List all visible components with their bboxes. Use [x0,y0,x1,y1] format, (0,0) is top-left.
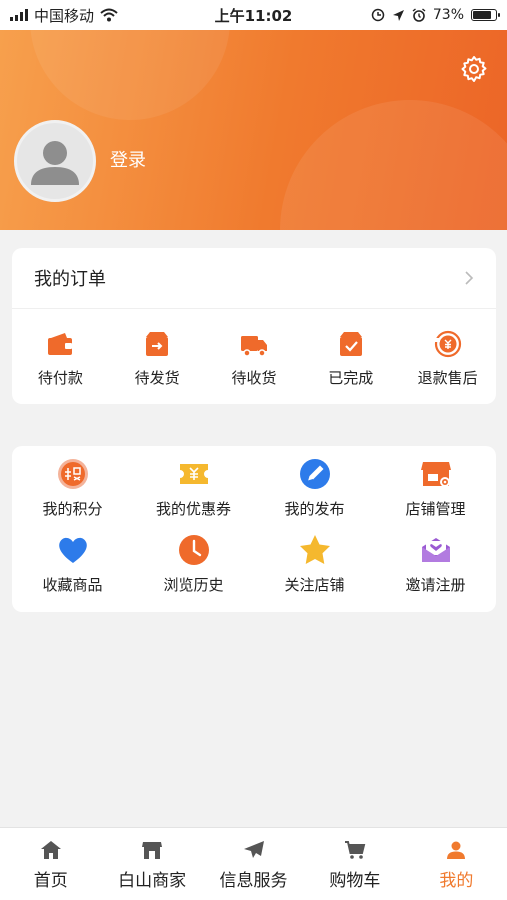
refund-icon [434,330,461,358]
order-label: 已完成 [328,369,374,387]
alarm-icon [412,8,426,22]
tool-store-manage[interactable]: 店铺管理 [375,456,496,532]
order-label: 退款售后 [417,369,478,387]
tool-label: 邀请注册 [405,576,466,594]
points-icon [57,459,88,489]
tab-baishan-merchants[interactable]: 白山商家 [101,828,202,900]
tab-label: 首页 [33,870,68,891]
tab-label: 白山商家 [118,870,187,891]
tab-mine[interactable]: 我的 [406,828,507,900]
tool-label: 店铺管理 [405,500,466,518]
tool-my-points[interactable]: 我的积分 [12,456,133,532]
tool-label: 浏览历史 [163,576,224,594]
clock-icon [178,535,209,565]
chevron-right-icon [465,271,474,285]
status-bar: 中国移动 上午11:02 73% [0,0,507,30]
wifi-icon [100,8,118,22]
wallet-icon [48,333,73,355]
tab-label: 信息服务 [219,870,288,891]
battery-percent: 73% [432,7,464,23]
tool-followed-stores[interactable]: 关注店铺 [254,532,375,608]
orders-header[interactable]: 我的订单 [12,248,496,309]
cart-icon [344,840,366,859]
tools-card: 我的积分 我的优惠券 我的发布 店铺管理 收藏商品 浏览历史 关注店铺 邀请注册 [12,446,496,612]
star-icon [299,535,330,564]
order-refund[interactable]: 退款售后 [400,329,496,388]
coupon-icon [179,464,208,484]
send-icon [243,840,264,858]
person-icon [447,841,466,859]
tab-cart[interactable]: 购物车 [304,828,405,900]
tab-label: 购物车 [329,870,381,891]
tool-my-coupons[interactable]: 我的优惠券 [133,456,254,532]
tab-home[interactable]: 首页 [0,828,101,900]
signal-icon [10,9,28,21]
tool-history[interactable]: 浏览历史 [133,532,254,608]
header-decoration [30,30,230,120]
tool-invite[interactable]: 邀请注册 [375,532,496,608]
order-label: 待收货 [231,369,277,387]
orders-card: 我的订单 待付款 待发货 待收货 已完成 退款售后 [12,248,496,404]
tool-label: 收藏商品 [42,576,103,594]
settings-gear-icon[interactable] [459,54,489,84]
shop-icon [142,841,163,859]
screen-lock-icon [371,8,385,22]
order-pending-payment[interactable]: 待付款 [12,329,108,388]
order-pending-receipt[interactable]: 待收货 [206,329,302,388]
tool-my-publish[interactable]: 我的发布 [254,456,375,532]
tool-label: 我的发布 [284,500,345,518]
tool-label: 我的积分 [42,500,103,518]
default-user-icon [31,141,79,185]
avatar[interactable] [14,120,96,202]
orders-title: 我的订单 [34,269,106,290]
login-link[interactable]: 登录 [110,146,146,172]
heart-icon [58,537,87,563]
tool-label: 我的优惠券 [155,500,231,518]
completed-box-icon [339,332,362,356]
battery-icon [471,9,500,21]
tool-label: 关注店铺 [284,576,345,594]
order-label: 待付款 [37,369,83,387]
location-icon [392,9,404,21]
carrier-name: 中国移动 [34,6,95,25]
status-time: 上午11:02 [214,6,293,25]
order-completed[interactable]: 已完成 [303,329,399,388]
order-pending-shipment[interactable]: 待发货 [109,329,205,388]
invite-mail-icon [421,538,450,562]
truck-icon [240,336,267,357]
profile-header: 登录 [0,30,507,230]
tab-info-service[interactable]: 信息服务 [203,828,304,900]
tool-favorites[interactable]: 收藏商品 [12,532,133,608]
order-label: 待发货 [134,369,180,387]
tab-label: 我的 [439,870,474,891]
header-decoration [280,100,507,230]
home-icon [40,840,61,859]
store-manage-icon [420,462,451,487]
ship-box-icon [146,332,169,356]
bottom-tab-bar: 首页 白山商家 信息服务 购物车 我的 [0,827,507,900]
publish-icon [299,459,330,489]
